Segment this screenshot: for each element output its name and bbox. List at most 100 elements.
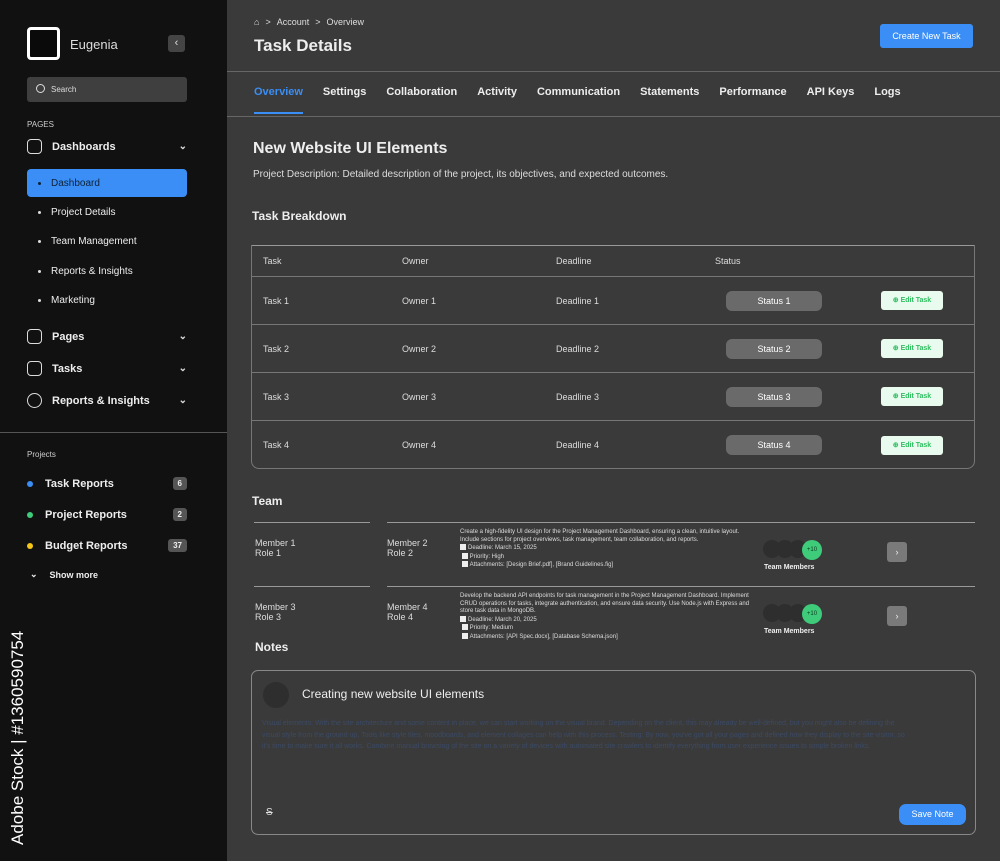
edit-task-button[interactable]: ⊕ Edit Task [881, 387, 943, 406]
col-status: Status [715, 256, 741, 266]
grid-icon [27, 139, 42, 154]
deadline: Deadline: March 15, 2025 [468, 545, 537, 552]
task-table: Task Owner Deadline Status Task 1 Owner 1… [251, 245, 975, 469]
tab-communication[interactable]: Communication [537, 86, 620, 114]
project-project-reports[interactable]: Project Reports 2 [27, 508, 187, 521]
owner-cell: Owner 2 [402, 343, 437, 354]
project-task-reports[interactable]: Task Reports 6 [27, 477, 187, 490]
tab-logs[interactable]: Logs [874, 86, 900, 114]
pages-icon [27, 329, 42, 344]
nav-label: Pages [52, 330, 85, 343]
chevron-down-icon: ⌄ [178, 395, 187, 406]
deadline: Deadline: March 20, 2025 [468, 616, 537, 623]
tab-activity[interactable]: Activity [477, 86, 517, 114]
sidebar-item-marketing[interactable]: Marketing [27, 286, 187, 314]
nav-tasks[interactable]: Tasks ⌄ [27, 361, 187, 376]
table-row: Task 2 Owner 2 Deadline 2 Status 2 ⊕ Edit Ta… [252, 325, 974, 373]
count-badge: 6 [172, 477, 187, 490]
project-budget-reports[interactable]: Budget Reports 37 [27, 539, 187, 552]
task-cell: Task 2 [263, 343, 290, 354]
plus-icon: ⊕ [892, 393, 901, 400]
member-name: Member 2 [387, 538, 428, 548]
note-editor[interactable]: Creating new website UI elements Visual … [251, 670, 976, 835]
sidebar-item-reports-insights[interactable]: Reports & Insights [27, 257, 187, 285]
member-role: Role 3 [255, 612, 282, 622]
home-icon[interactable]: ⌂ [254, 17, 259, 27]
tabs: Overview Settings Collaboration Activity… [254, 86, 901, 114]
count-badge: 2 [172, 508, 187, 521]
team-members-label: Team Members [764, 564, 815, 571]
table-row: Task 4 Owner 4 Deadline 4 Status 4 ⊕ Edit Ta… [252, 421, 974, 469]
sidebar-item-team-management[interactable]: Team Management [27, 227, 187, 255]
crumb-account[interactable]: Account [277, 17, 310, 27]
status-cell: Status 1 [715, 290, 881, 311]
create-task-button[interactable]: Create New Task [880, 24, 973, 48]
extra-count-badge: +10 [802, 604, 822, 624]
status-badge: Status 2 [726, 338, 822, 359]
nav-label: Reports & Insights [52, 394, 150, 407]
tab-overview[interactable]: Overview [254, 86, 303, 114]
edit-task-button[interactable]: ⊕ Edit Task [881, 339, 943, 358]
col-owner: Owner [402, 256, 429, 266]
tab-settings[interactable]: Settings [323, 86, 366, 114]
chevron-right-icon[interactable]: › [887, 606, 907, 626]
checkbox[interactable] [461, 632, 468, 639]
plus-icon: ⊕ [892, 441, 901, 449]
tab-collaboration[interactable]: Collaboration [386, 86, 457, 114]
nav-dashboards[interactable]: Dashboards ⌄ [27, 139, 187, 154]
chevron-down-icon: ⌄ [30, 569, 38, 579]
avatar-group: +10 [763, 604, 822, 624]
save-note-button[interactable]: Save Note [899, 804, 966, 825]
edit-label: Edit Task [900, 441, 932, 449]
main: ⌂ > Account > Overview Task Details Create N… [227, 0, 1000, 861]
attachments: Attachments: [Design Brief.pdf], [Brand … [469, 562, 614, 569]
chevron-down-icon: ⌄ [178, 141, 187, 152]
checkbox[interactable] [461, 624, 468, 631]
member-role: Role 1 [255, 548, 282, 558]
task-description: Develop the backend API endpoints for ta… [460, 593, 750, 642]
strikethrough-icon[interactable]: S [266, 807, 273, 818]
show-more-label: Show more [49, 569, 99, 580]
chevron-down-icon: ⌄ [178, 363, 187, 374]
divider [0, 432, 227, 433]
collapse-sidebar-button[interactable]: ‹ [168, 35, 185, 52]
checkbox[interactable] [460, 544, 466, 551]
task-description: Create a high-fidelity UI design for the… [460, 529, 750, 570]
sidebar-item-dashboard[interactable]: Dashboard [27, 169, 187, 197]
sidebar-item-project-details[interactable]: Project Details [27, 198, 187, 226]
status-badge: Status 4 [726, 435, 822, 455]
checkbox[interactable] [460, 615, 466, 622]
tab-api-keys[interactable]: API Keys [807, 86, 855, 114]
nav-label: Tasks [52, 362, 83, 375]
pages-label: PAGES [27, 120, 54, 129]
status-cell: Status 4 [715, 435, 881, 455]
priority: Priority: Medium [469, 625, 514, 632]
project-label: Budget Reports [45, 539, 128, 552]
search-icon [36, 84, 45, 93]
note-title[interactable]: Creating new website UI elements [302, 687, 484, 701]
tab-performance[interactable]: Performance [719, 86, 786, 114]
globe-icon [27, 393, 42, 408]
avatar-group: +10 [763, 540, 822, 560]
edit-task-button[interactable]: ⊕ Edit Task [881, 435, 943, 455]
edit-task-button[interactable]: ⊕ Edit Task [881, 291, 943, 310]
show-more-button[interactable]: ⌄ Show more [27, 569, 187, 580]
checkbox[interactable] [461, 561, 468, 568]
search-input[interactable]: Search [27, 77, 187, 102]
tab-statements[interactable]: Statements [640, 86, 699, 114]
edit-label: Edit Task [900, 393, 932, 400]
note-body[interactable]: Visual elements: With the site architect… [262, 718, 907, 753]
page-title: Task Details [254, 36, 352, 55]
desc-text: Develop the backend API endpoints for ta… [460, 593, 750, 615]
nav-reports[interactable]: Reports & Insights ⌄ [27, 393, 187, 408]
chevron-right-icon[interactable]: › [887, 542, 907, 562]
priority: Priority: High [469, 553, 505, 560]
search-placeholder: Search [51, 85, 77, 94]
plus-icon: ⊕ [892, 297, 901, 304]
divider [387, 586, 975, 587]
col-task: Task [263, 256, 282, 266]
project-label: Task Reports [45, 477, 114, 490]
checkbox[interactable] [461, 552, 468, 559]
member-role: Role 4 [387, 612, 414, 622]
nav-pages[interactable]: Pages ⌄ [27, 329, 187, 344]
